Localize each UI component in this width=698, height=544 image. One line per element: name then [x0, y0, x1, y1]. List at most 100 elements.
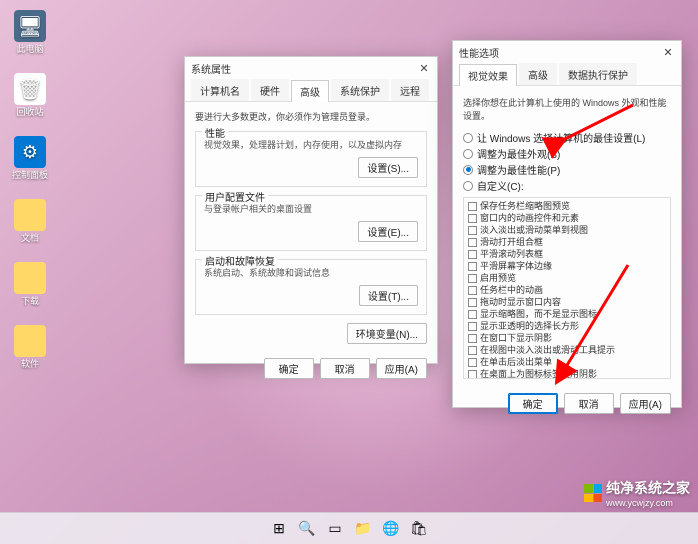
startup-recovery-group: 启动和故障恢复 系统启动、系统故障和调试信息 设置(T)... — [195, 259, 427, 315]
performance-options-window: 性能选项 ✕ 视觉效果 高级 数据执行保护 选择你想在此计算机上使用的 Wind… — [452, 40, 682, 408]
performance-settings-button[interactable]: 设置(S)... — [358, 157, 418, 178]
pc-icon — [14, 10, 46, 42]
effect-checkbox-item[interactable]: 拖动时显示窗口内容 — [468, 296, 666, 308]
env-vars-button[interactable]: 环境变量(N)... — [347, 323, 427, 344]
search-icon[interactable]: 🔍 — [296, 518, 318, 540]
titlebar[interactable]: 系统属性 ✕ — [185, 57, 437, 79]
option-best-performance[interactable]: 调整为最佳性能(P) — [463, 162, 671, 177]
checkbox-icon — [468, 370, 477, 379]
window-body: 要进行大多数更改，你必须作为管理员登录。 性能 视觉效果，处理器计划，内存使用，… — [185, 102, 437, 352]
effect-checkbox-item[interactable]: 窗口内的动画控件和元素 — [468, 212, 666, 224]
checkbox-icon — [468, 262, 477, 271]
effect-checkbox-item[interactable]: 平滑屏幕字体边缘 — [468, 260, 666, 272]
group-desc: 视觉效果，处理器计划，内存使用，以及虚拟内存 — [204, 138, 418, 151]
tab-remote[interactable]: 远程 — [391, 79, 429, 101]
checkbox-label: 显示亚透明的选择长方形 — [480, 320, 579, 332]
desktop-icon-folder-3[interactable]: 软件 — [8, 325, 52, 370]
radio-icon — [463, 149, 473, 159]
tab-hardware[interactable]: 硬件 — [251, 79, 289, 101]
checkbox-label: 启用预览 — [480, 272, 516, 284]
checkbox-icon — [468, 298, 477, 307]
option-label: 调整为最佳性能(P) — [477, 162, 560, 177]
radio-icon — [463, 165, 473, 175]
control-panel-icon — [14, 136, 46, 168]
checkbox-icon — [468, 286, 477, 295]
watermark-url: www.ycwjzy.com — [606, 498, 690, 508]
ok-button[interactable]: 确定 — [508, 393, 558, 414]
checkbox-label: 在单击后淡出菜单 — [480, 356, 552, 368]
cancel-button[interactable]: 取消 — [320, 358, 370, 379]
folder-icon — [14, 199, 46, 231]
tab-computer-name[interactable]: 计算机名 — [191, 79, 249, 101]
tab-system-protection[interactable]: 系统保护 — [331, 79, 389, 101]
tab-visual-effects[interactable]: 视觉效果 — [459, 64, 517, 86]
option-custom[interactable]: 自定义(C): — [463, 178, 671, 193]
folder-icon — [14, 325, 46, 357]
checkbox-icon — [468, 334, 477, 343]
effect-checkbox-item[interactable]: 显示缩略图，而不是显示图标 — [468, 308, 666, 320]
system-properties-window: 系统属性 ✕ 计算机名 硬件 高级 系统保护 远程 要进行大多数更改，你必须作为… — [184, 56, 438, 364]
checkbox-icon — [468, 250, 477, 259]
edge-icon[interactable]: 🌐 — [380, 518, 402, 540]
checkbox-label: 淡入淡出或滑动菜单到视图 — [480, 224, 588, 236]
desktop-icon-this-pc[interactable]: 此电脑 — [8, 10, 52, 55]
cancel-button[interactable]: 取消 — [564, 393, 614, 414]
close-icon[interactable]: ✕ — [417, 61, 431, 75]
checkbox-label: 任务栏中的动画 — [480, 284, 543, 296]
radio-options: 让 Windows 选择计算机的最佳设置(L) 调整为最佳外观(B) 调整为最佳… — [463, 130, 671, 193]
checkbox-label: 在视图中淡入淡出或滑动工具提示 — [480, 344, 615, 356]
option-label: 自定义(C): — [477, 178, 524, 193]
desktop-icon-control-panel[interactable]: 控制面板 — [8, 136, 52, 181]
option-let-windows-choose[interactable]: 让 Windows 选择计算机的最佳设置(L) — [463, 130, 671, 145]
tab-advanced[interactable]: 高级 — [519, 63, 557, 85]
icon-label: 软件 — [21, 357, 39, 370]
effect-checkbox-item[interactable]: 滑动打开组合框 — [468, 236, 666, 248]
apply-button[interactable]: 应用(A) — [620, 393, 671, 414]
window-body: 选择你想在此计算机上使用的 Windows 外观和性能设置。 让 Windows… — [453, 86, 681, 385]
window-title: 性能选项 — [459, 45, 499, 60]
apply-button[interactable]: 应用(A) — [376, 358, 427, 379]
effect-checkbox-item[interactable]: 任务栏中的动画 — [468, 284, 666, 296]
watermark: 纯净系统之家 www.ycwjzy.com — [584, 478, 690, 508]
icon-label: 控制面板 — [12, 168, 48, 181]
watermark-text: 纯净系统之家 — [606, 478, 690, 498]
effect-checkbox-item[interactable]: 在桌面上为图标标签使用阴影 — [468, 368, 666, 379]
titlebar[interactable]: 性能选项 ✕ — [453, 41, 681, 63]
effect-checkbox-item[interactable]: 保存任务栏缩略图预览 — [468, 200, 666, 212]
start-button[interactable]: ⊞ — [268, 518, 290, 540]
checkbox-icon — [468, 202, 477, 211]
desktop-icon-folder-1[interactable]: 文档 — [8, 199, 52, 244]
tab-dep[interactable]: 数据执行保护 — [559, 63, 637, 85]
effect-checkbox-item[interactable]: 显示亚透明的选择长方形 — [468, 320, 666, 332]
checkbox-label: 窗口内的动画控件和元素 — [480, 212, 579, 224]
tab-advanced[interactable]: 高级 — [291, 80, 329, 102]
checkbox-label: 保存任务栏缩略图预览 — [480, 200, 570, 212]
checkbox-icon — [468, 346, 477, 355]
checkbox-label: 在窗口下显示阴影 — [480, 332, 552, 344]
effect-checkbox-item[interactable]: 淡入淡出或滑动菜单到视图 — [468, 224, 666, 236]
effects-checklist[interactable]: 保存任务栏缩略图预览窗口内的动画控件和元素淡入淡出或滑动菜单到视图滑动打开组合框… — [463, 197, 671, 379]
desktop-icon-folder-2[interactable]: 下载 — [8, 262, 52, 307]
checkbox-icon — [468, 358, 477, 367]
option-label: 让 Windows 选择计算机的最佳设置(L) — [477, 130, 645, 145]
effect-checkbox-item[interactable]: 在单击后淡出菜单 — [468, 356, 666, 368]
admin-note: 要进行大多数更改，你必须作为管理员登录。 — [195, 110, 427, 123]
explorer-icon[interactable]: 📁 — [352, 518, 374, 540]
desktop-icon-recycle-bin[interactable]: 回收站 — [8, 73, 52, 118]
option-best-appearance[interactable]: 调整为最佳外观(B) — [463, 146, 671, 161]
store-icon[interactable]: 🛍 — [408, 518, 430, 540]
tabs: 视觉效果 高级 数据执行保护 — [453, 63, 681, 86]
desktop-icons: 此电脑 回收站 控制面板 文档 下载 软件 — [8, 10, 52, 370]
ok-button[interactable]: 确定 — [264, 358, 314, 379]
task-view-icon[interactable]: ▭ — [324, 518, 346, 540]
effect-checkbox-item[interactable]: 在窗口下显示阴影 — [468, 332, 666, 344]
group-legend: 性能 — [202, 125, 228, 140]
profile-settings-button[interactable]: 设置(E)... — [358, 221, 418, 242]
taskbar[interactable]: ⊞ 🔍 ▭ 📁 🌐 🛍 — [0, 512, 698, 544]
close-icon[interactable]: ✕ — [661, 45, 675, 59]
effect-checkbox-item[interactable]: 平滑滚动列表框 — [468, 248, 666, 260]
effect-checkbox-item[interactable]: 启用预览 — [468, 272, 666, 284]
tabs: 计算机名 硬件 高级 系统保护 远程 — [185, 79, 437, 102]
startup-settings-button[interactable]: 设置(T)... — [359, 285, 418, 306]
effect-checkbox-item[interactable]: 在视图中淡入淡出或滑动工具提示 — [468, 344, 666, 356]
